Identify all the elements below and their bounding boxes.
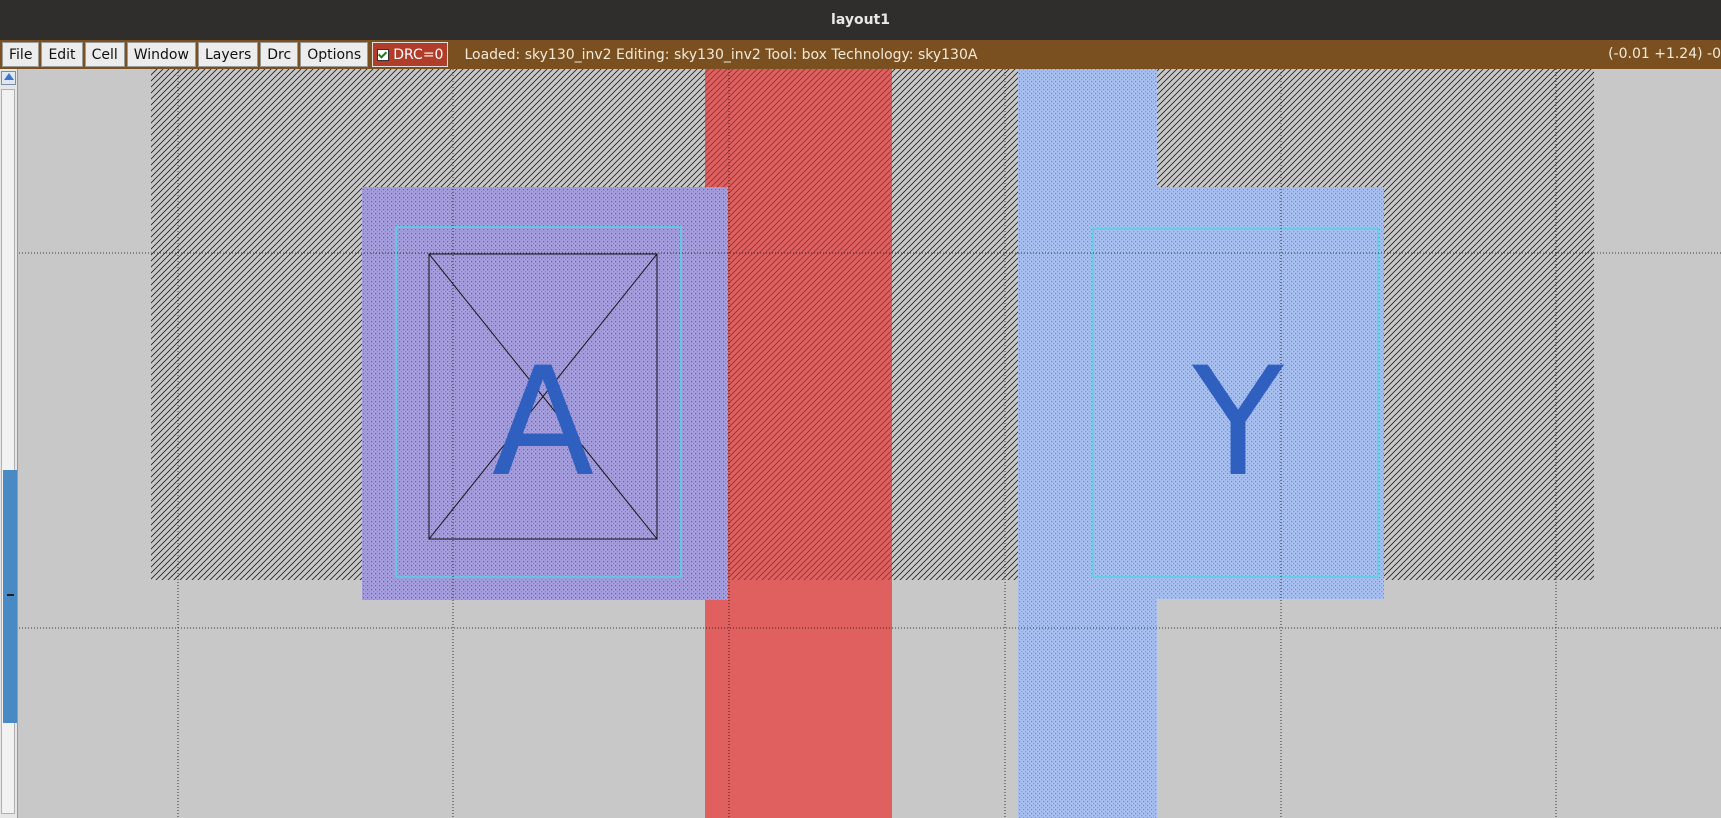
label-a: A	[492, 336, 595, 510]
menu-options[interactable]: Options	[300, 42, 369, 67]
menu-window[interactable]: Window	[126, 42, 196, 67]
drc-label: DRC=0	[393, 46, 444, 63]
window-title: layout1	[831, 12, 890, 28]
drc-checkbox-icon[interactable]	[377, 48, 390, 61]
menu-file[interactable]: File	[2, 42, 40, 67]
menu-drc[interactable]: Drc	[260, 42, 299, 67]
scroll-thumb-grip-icon	[7, 594, 14, 596]
vertical-scrollbar[interactable]	[0, 69, 18, 818]
menu-layers[interactable]: Layers	[197, 42, 259, 67]
cursor-coordinates: (-0.01 +1.24) -0	[1608, 46, 1721, 62]
menu-cell[interactable]: Cell	[84, 42, 125, 67]
menu-edit[interactable]: Edit	[41, 42, 83, 67]
scroll-track[interactable]	[1, 89, 17, 814]
status-text: Loaded: sky130_inv2 Editing: sky130_inv2…	[464, 46, 978, 63]
poly-gate-overlap	[705, 69, 892, 580]
scroll-thumb[interactable]	[3, 470, 17, 723]
label-y: Y	[1191, 336, 1284, 510]
layout-canvas[interactable]: A Y	[19, 69, 1721, 818]
drc-toggle[interactable]: DRC=0	[372, 42, 449, 67]
scroll-up-arrow-icon[interactable]	[1, 71, 16, 85]
menu-bar: File Edit Cell Window Layers Drc Options…	[0, 40, 1721, 69]
window-titlebar: layout1	[0, 0, 1721, 40]
